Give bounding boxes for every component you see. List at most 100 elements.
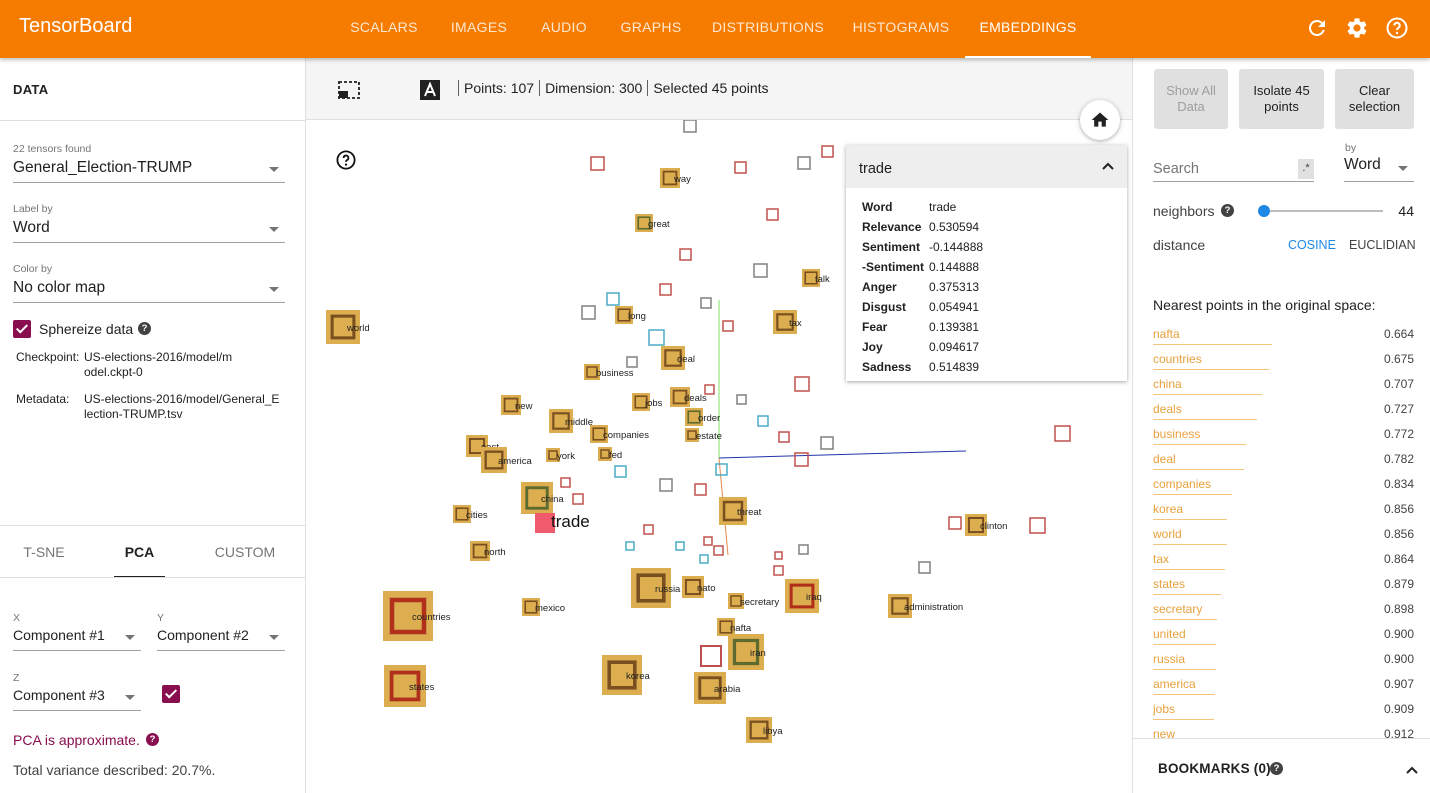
nearest-point-row[interactable]: companies 0.834	[1153, 473, 1414, 498]
nearest-point-word[interactable]: korea	[1153, 502, 1183, 516]
scatter-point-north[interactable]: north	[470, 541, 506, 561]
nearest-point-row[interactable]: states 0.879	[1153, 573, 1414, 598]
help-icon[interactable]: ?	[146, 733, 159, 746]
nearest-point-row[interactable]: america 0.907	[1153, 673, 1414, 698]
nearest-point-word[interactable]: russia	[1153, 652, 1185, 666]
scatter-point-threat[interactable]: threat	[719, 497, 762, 525]
point[interactable]	[699, 554, 709, 564]
nearest-point-row[interactable]: countries 0.675	[1153, 348, 1414, 373]
nearest-point-word[interactable]: nafta	[1153, 327, 1180, 341]
point[interactable]	[683, 120, 697, 133]
point[interactable]	[1054, 425, 1071, 442]
scatter-point-great[interactable]: great	[635, 214, 670, 232]
metadata-card-header[interactable]: trade	[846, 145, 1127, 188]
point[interactable]	[713, 545, 724, 556]
scatter-point-korea[interactable]: korea	[602, 655, 650, 695]
help-icon[interactable]	[1385, 16, 1409, 40]
point[interactable]	[560, 477, 571, 488]
y-component-select[interactable]: Component #2	[157, 623, 285, 651]
scatter-point-arabia[interactable]: arabia	[694, 672, 741, 704]
point[interactable]	[766, 208, 779, 221]
point[interactable]	[798, 544, 809, 555]
point[interactable]	[659, 283, 672, 296]
scatter-point-secretary[interactable]: secretary	[728, 593, 779, 609]
nearest-point-row[interactable]: deal 0.782	[1153, 448, 1414, 473]
tab-distributions[interactable]: DISTRIBUTIONS	[704, 0, 832, 58]
label-toggle-icon[interactable]	[418, 78, 442, 102]
help-icon[interactable]: ?	[138, 322, 151, 335]
nearest-point-word[interactable]: deals	[1153, 402, 1182, 416]
nearest-point-word[interactable]: china	[1153, 377, 1182, 391]
point[interactable]	[700, 297, 712, 309]
tensor-select[interactable]: General_Election-TRUMP	[13, 155, 285, 183]
nearest-point-word[interactable]: world	[1153, 527, 1182, 541]
scatter-point-world[interactable]: world	[326, 310, 370, 344]
nearest-point-row[interactable]: jobs 0.909	[1153, 698, 1414, 723]
scatter-point-tax[interactable]: tax	[773, 310, 802, 334]
z-enable-checkbox[interactable]	[162, 685, 180, 703]
point[interactable]	[948, 516, 962, 530]
point[interactable]	[820, 436, 834, 450]
label-by-select[interactable]: Word	[13, 215, 285, 243]
scatter-point-way[interactable]: way	[660, 168, 691, 188]
nearest-point-row[interactable]: deals 0.727	[1153, 398, 1414, 423]
point[interactable]	[821, 145, 834, 158]
tab-images[interactable]: IMAGES	[440, 0, 518, 58]
point[interactable]	[643, 524, 654, 535]
point[interactable]	[648, 329, 665, 346]
tab-pca[interactable]: PCA	[114, 526, 165, 578]
point[interactable]	[918, 561, 931, 574]
tab-scalars[interactable]: SCALARS	[338, 0, 430, 58]
point[interactable]	[715, 463, 728, 476]
scatter-point-york[interactable]: york	[546, 448, 575, 462]
scatter-point-america[interactable]: america	[481, 447, 533, 473]
tab-audio[interactable]: AUDIO	[530, 0, 598, 58]
scatter-point-iran[interactable]: iran	[728, 634, 766, 670]
help-icon[interactable]	[336, 150, 356, 170]
scatter-point-china[interactable]: china	[521, 482, 564, 514]
sphereize-checkbox[interactable]	[13, 320, 31, 338]
point[interactable]	[614, 465, 627, 478]
scatter-point-deal[interactable]: deal	[661, 346, 695, 370]
nearest-point-row[interactable]: business 0.772	[1153, 423, 1414, 448]
scatter-point-order[interactable]: order	[685, 408, 720, 426]
tab-tsne[interactable]: T-SNE	[13, 526, 75, 578]
nearest-point-row[interactable]: russia 0.900	[1153, 648, 1414, 673]
point[interactable]	[679, 248, 692, 261]
euclidian-option[interactable]: EUCLIDIAN	[1349, 238, 1416, 252]
scatter-point-russia[interactable]: russia	[631, 568, 681, 608]
point[interactable]	[734, 161, 747, 174]
point[interactable]	[797, 156, 811, 170]
point[interactable]	[794, 452, 809, 467]
point[interactable]	[1029, 517, 1046, 534]
scatter-point-clinton[interactable]: clinton	[965, 514, 1007, 536]
nearest-point-row[interactable]: nafta 0.664	[1153, 323, 1414, 348]
clear-selection-button[interactable]: Clear selection	[1335, 69, 1414, 129]
nearest-point-word[interactable]: tax	[1153, 552, 1169, 566]
scatter-point-deals[interactable]: deals	[670, 387, 707, 407]
nearest-point-word[interactable]: america	[1153, 677, 1196, 691]
point[interactable]	[606, 292, 620, 306]
point[interactable]	[675, 541, 685, 551]
point[interactable]	[700, 645, 722, 667]
point[interactable]	[778, 431, 790, 443]
nearest-point-word[interactable]: countries	[1153, 352, 1202, 366]
point[interactable]	[753, 263, 768, 278]
point[interactable]	[703, 536, 713, 546]
regex-toggle-button[interactable]: .*	[1298, 159, 1314, 179]
point[interactable]	[581, 305, 596, 320]
point[interactable]	[659, 478, 673, 492]
search-input[interactable]	[1153, 158, 1303, 180]
scatter-point-nafta[interactable]: nafta	[717, 618, 752, 636]
scatter-point-middle[interactable]: middle	[549, 409, 593, 433]
nearest-point-word[interactable]: united	[1153, 627, 1186, 641]
nearest-point-word[interactable]: secretary	[1153, 602, 1202, 616]
isolate-points-button[interactable]: Isolate 45 points	[1239, 69, 1324, 129]
chevron-up-icon[interactable]	[1102, 162, 1114, 170]
show-all-data-button[interactable]: Show All Data	[1154, 69, 1228, 129]
point[interactable]	[774, 551, 783, 560]
z-component-select[interactable]: Component #3	[13, 683, 141, 711]
bookmarks-panel[interactable]: BOOKMARKS (0) ?	[1133, 738, 1430, 793]
point[interactable]	[794, 376, 810, 392]
scatter-point-countries[interactable]: countries	[383, 591, 451, 641]
